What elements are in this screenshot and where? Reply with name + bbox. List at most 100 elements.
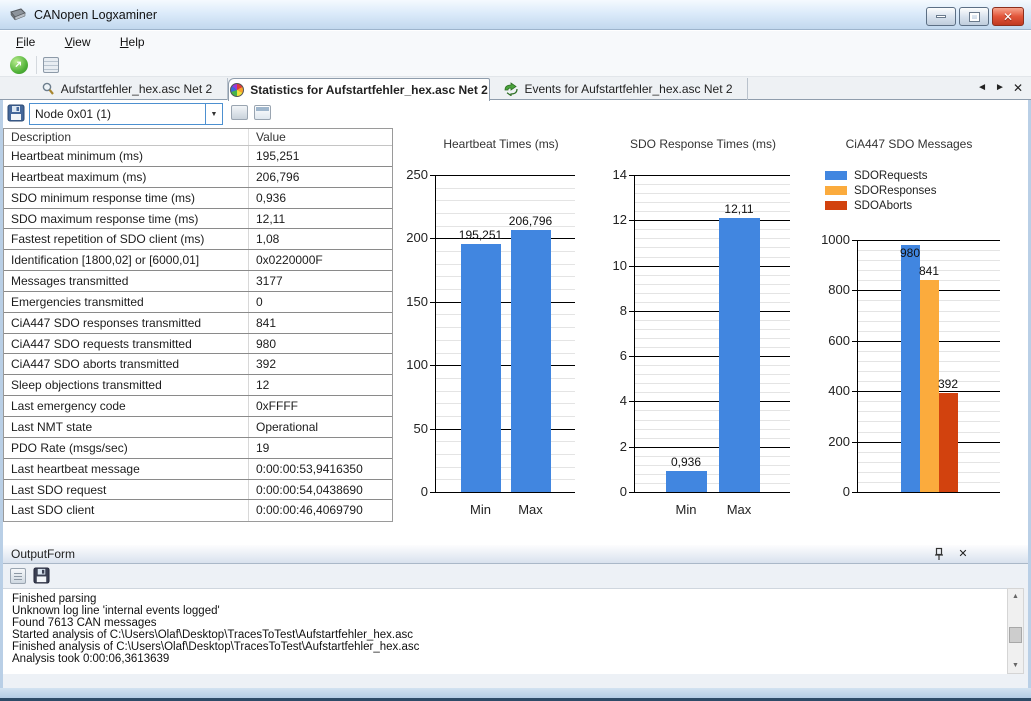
tab-close-button[interactable]: ✕ <box>1013 80 1023 96</box>
open-arrow-icon: ➜ <box>12 58 25 71</box>
output-line: Started analysis of C:\Users\Olaf\Deskto… <box>12 629 1007 641</box>
y-axis-tick-label: 200 <box>384 230 428 245</box>
cell-description: SDO minimum response time (ms) <box>4 188 249 208</box>
cell-value: 0 <box>249 292 392 312</box>
minor-gridline <box>635 238 790 239</box>
y-axis-tick-label: 150 <box>384 294 428 309</box>
scroll-down-icon[interactable]: ▼ <box>1008 658 1023 673</box>
y-axis-tick <box>430 302 436 303</box>
minor-gridline <box>635 438 790 439</box>
x-axis-category-label: Max <box>727 502 752 517</box>
minor-gridline <box>635 193 790 194</box>
tab-statistics[interactable]: Statistics for Aufstartfehler_hex.asc Ne… <box>228 78 490 101</box>
clear-output-button[interactable] <box>10 568 26 584</box>
y-axis-tick-label: 8 <box>583 303 627 318</box>
table-row[interactable]: Last emergency code0xFFFF <box>4 396 392 417</box>
tab-trace[interactable]: Aufstartfehler_hex.asc Net 2 <box>26 78 228 100</box>
table-row[interactable]: Heartbeat minimum (ms)195,251 <box>4 146 392 167</box>
chart2-title: SDO Response Times (ms) <box>630 137 776 151</box>
tab-trace-label: Aufstartfehler_hex.asc Net 2 <box>61 82 212 96</box>
statistics-page: Node 0x01 (1) ▼ Description Value Heartb… <box>0 100 1031 540</box>
events-icon <box>504 82 518 96</box>
column-header-description[interactable]: Description <box>4 129 249 145</box>
window-title: CANopen Logxaminer <box>34 0 157 30</box>
table-row[interactable]: Heartbeat maximum (ms)206,796 <box>4 167 392 188</box>
table-row[interactable]: PDO Rate (msgs/sec)19 <box>4 438 392 459</box>
menu-view[interactable]: View <box>55 31 101 53</box>
tab-scroll-left-button[interactable]: ◄ <box>977 80 987 96</box>
scrollbar-thumb[interactable] <box>1009 627 1022 643</box>
cell-value: 392 <box>249 354 392 374</box>
menu-file[interactable]: File <box>6 31 45 53</box>
bar-value-label: 841 <box>919 264 939 278</box>
major-gridline <box>436 302 575 303</box>
minor-gridline <box>635 229 790 230</box>
menu-bar: File View Help <box>0 31 1031 53</box>
table-row[interactable]: SDO minimum response time (ms)0,936 <box>4 188 392 209</box>
minor-gridline <box>635 211 790 212</box>
table-row[interactable]: SDO maximum response time (ms)12,11 <box>4 209 392 230</box>
y-axis-tick-label: 4 <box>583 393 627 408</box>
table-row[interactable]: Last heartbeat message0:00:00:53,9416350 <box>4 459 392 480</box>
legend-swatch <box>825 171 847 180</box>
open-trace-button[interactable]: ➜ <box>10 56 28 74</box>
minor-gridline <box>635 374 790 375</box>
major-gridline <box>436 429 575 430</box>
minor-gridline <box>635 347 790 348</box>
maximize-button[interactable] <box>959 7 989 26</box>
legend-label: SDOResponses <box>854 185 936 197</box>
table-row[interactable]: Fastest repetition of SDO client (ms)1,0… <box>4 229 392 250</box>
legend-label: SDORequests <box>854 170 928 182</box>
y-axis-tick-label: 200 <box>806 434 850 449</box>
legend-swatch <box>825 201 847 210</box>
bar-SDOResponses <box>920 280 939 492</box>
y-axis-tick <box>629 175 635 176</box>
table-header: Description Value <box>4 129 392 146</box>
save-output-button[interactable] <box>33 567 50 584</box>
settings-tool-button[interactable] <box>43 57 59 73</box>
y-axis-tick <box>430 492 436 493</box>
cell-description: Last NMT state <box>4 417 249 437</box>
pin-icon[interactable] <box>932 547 946 561</box>
output-log[interactable]: Finished parsingUnknown log line 'intern… <box>3 588 1007 674</box>
node-selector-value: Node 0x01 (1) <box>30 104 205 124</box>
y-axis-tick <box>629 356 635 357</box>
tab-events[interactable]: Events for Aufstartfehler_hex.asc Net 2 <box>490 78 748 100</box>
major-gridline <box>635 447 790 448</box>
y-axis-tick-label: 800 <box>806 282 850 297</box>
minimize-button[interactable] <box>926 7 956 26</box>
table-row[interactable]: CiA447 SDO requests transmitted980 <box>4 334 392 355</box>
cell-value: 0:00:00:46,4069790 <box>249 500 392 521</box>
minor-gridline <box>436 353 575 354</box>
save-statistics-button[interactable] <box>7 104 25 122</box>
bar-Max <box>511 230 551 492</box>
floppy-icon <box>33 567 50 584</box>
table-row[interactable]: Sleep objections transmitted12 <box>4 375 392 396</box>
table-row[interactable]: Identification [1800,02] or [6000,01]0x0… <box>4 250 392 271</box>
table-row[interactable]: Messages transmitted3177 <box>4 271 392 292</box>
scroll-up-icon[interactable]: ▲ <box>1008 589 1023 604</box>
output-panel-header[interactable]: OutputForm ✕ <box>3 545 1028 564</box>
output-scrollbar[interactable]: ▲ ▼ <box>1007 588 1024 674</box>
table-row[interactable]: Last NMT stateOperational <box>4 417 392 438</box>
table-row[interactable]: CiA447 SDO responses transmitted841 <box>4 313 392 334</box>
open-window-button[interactable] <box>254 105 271 120</box>
close-button[interactable]: ✕ <box>992 7 1024 26</box>
table-row[interactable]: Emergencies transmitted0 <box>4 292 392 313</box>
column-header-value[interactable]: Value <box>249 129 392 145</box>
menu-help[interactable]: Help <box>110 31 155 53</box>
table-row[interactable]: Last SDO client0:00:00:46,4069790 <box>4 500 392 521</box>
y-axis-tick-label: 400 <box>806 383 850 398</box>
title-bar[interactable]: CANopen Logxaminer ✕ <box>0 0 1031 30</box>
copy-statistics-button[interactable] <box>231 105 248 120</box>
minor-gridline <box>436 416 575 417</box>
tab-scroll-right-button[interactable]: ► <box>995 80 1005 96</box>
pie-chart-icon <box>230 83 244 97</box>
table-row[interactable]: Last SDO request0:00:00:54,0438690 <box>4 480 392 501</box>
output-close-icon[interactable]: ✕ <box>956 546 970 562</box>
node-selector-dropdown[interactable]: Node 0x01 (1) ▼ <box>29 103 223 125</box>
y-axis-tick-label: 0 <box>384 484 428 499</box>
table-row[interactable]: CiA447 SDO aborts transmitted392 <box>4 354 392 375</box>
cell-value: Operational <box>249 417 392 437</box>
cia447-chart-plot: 02004006008001000980841392 <box>857 240 1000 493</box>
